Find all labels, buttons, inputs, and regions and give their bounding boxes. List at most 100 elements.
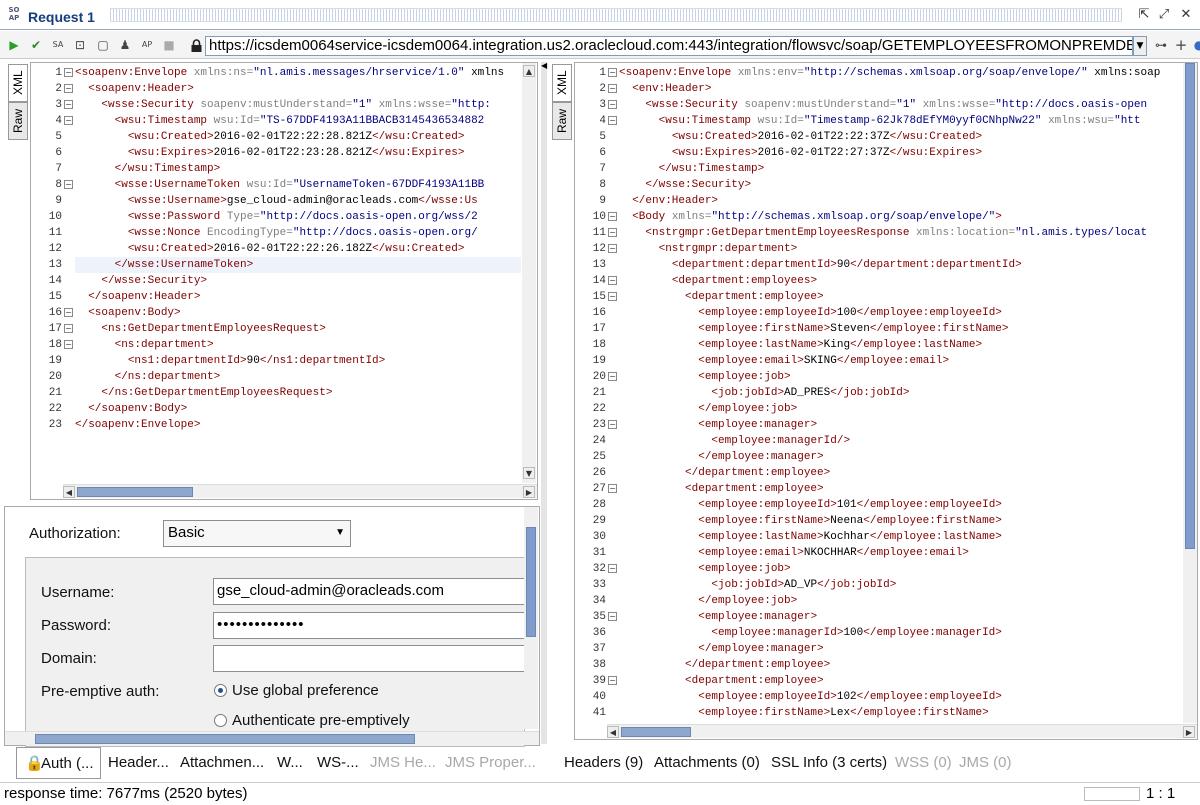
code-line: <department:employee>: [685, 483, 824, 495]
add-endpoint-icon[interactable]: +: [1172, 36, 1190, 54]
scroll-thumb[interactable]: [35, 734, 415, 744]
fold-toggle-icon[interactable]: −: [608, 116, 617, 125]
fold-toggle-icon[interactable]: −: [64, 340, 73, 349]
line-number-gutter: 1 2 3 4 5 6 7 8 9 10 11 12 13 14 15 16 1…: [592, 67, 606, 719]
fit-icon[interactable]: ⊡: [71, 36, 89, 54]
fold-toggle-icon[interactable]: −: [64, 180, 73, 189]
tab-request-xml[interactable]: XML: [8, 64, 28, 102]
request-tab-1[interactable]: Header...: [108, 747, 169, 779]
code-line: </soapenv:Envelope>: [75, 419, 201, 431]
fold-toggle-icon[interactable]: −: [64, 84, 73, 93]
stop-icon[interactable]: ■: [160, 36, 178, 54]
request-tab-6[interactable]: JMS Proper...: [445, 747, 536, 779]
response-tab-1[interactable]: Attachments (0): [654, 747, 760, 779]
maximize-icon[interactable]: ⤢: [1156, 7, 1172, 23]
radio-global-preference[interactable]: [214, 684, 227, 697]
response-tab-3[interactable]: WSS (0): [895, 747, 952, 779]
fold-toggle-icon[interactable]: −: [608, 612, 617, 621]
code-line: <job:jobId>AD_PRES</job:jobId>: [711, 387, 910, 399]
response-tab-2[interactable]: SSL Info (3 certs): [771, 747, 887, 779]
soap-action-icon[interactable]: SA: [49, 36, 67, 54]
submit-check-icon[interactable]: ✔: [27, 36, 45, 54]
fold-toggle-icon[interactable]: −: [64, 116, 73, 125]
endpoint-dropdown-icon[interactable]: ▼: [1133, 36, 1147, 56]
fold-toggle-icon[interactable]: −: [608, 84, 617, 93]
response-tab-0[interactable]: Headers (9): [564, 747, 643, 779]
run-icon[interactable]: ▶: [5, 36, 23, 54]
auth-horizontal-scrollbar[interactable]: [5, 731, 539, 745]
scroll-right-icon[interactable]: ▶: [523, 486, 535, 498]
tab-response-xml[interactable]: XML: [552, 64, 572, 102]
scroll-left-icon[interactable]: ◀: [63, 486, 75, 498]
auth-vertical-scrollbar[interactable]: [524, 507, 538, 729]
request-vertical-scrollbar[interactable]: ▲ ▼: [522, 63, 536, 483]
fold-toggle-icon[interactable]: −: [608, 420, 617, 429]
code-line: <employee:employeeId>102</employee:emplo…: [698, 691, 1002, 703]
scroll-thumb[interactable]: [77, 487, 193, 497]
scroll-thumb[interactable]: [526, 527, 536, 637]
request-tab-3[interactable]: W...: [277, 747, 303, 779]
fold-toggle-icon[interactable]: −: [608, 292, 617, 301]
fold-toggle-icon[interactable]: −: [608, 276, 617, 285]
collapse-left-icon[interactable]: ◀: [541, 62, 547, 70]
fold-toggle-icon[interactable]: −: [608, 372, 617, 381]
response-xml-code[interactable]: 1 2 3 4 5 6 7 8 9 10 11 12 13 14 15 16 1…: [575, 65, 1183, 723]
code-line: </employee:manager>: [698, 643, 824, 655]
fold-toggle-icon[interactable]: −: [608, 100, 617, 109]
response-vertical-scrollbar[interactable]: [1183, 63, 1197, 723]
user-icon[interactable]: ♟: [116, 36, 134, 54]
lock-icon: [191, 39, 202, 52]
chevron-down-icon: ▼: [335, 527, 345, 538]
wsdl-icon[interactable]: AP: [138, 36, 156, 54]
tab-request-raw[interactable]: Raw: [8, 102, 28, 140]
password-field[interactable]: ••••••••••••••: [213, 612, 525, 639]
detach-icon[interactable]: ⇱: [1136, 7, 1152, 23]
panel-icon[interactable]: ▢: [94, 36, 112, 54]
authorization-select[interactable]: Basic ▼: [163, 520, 351, 547]
edit-endpoint-icon[interactable]: ⊶: [1152, 36, 1170, 54]
scroll-left-icon[interactable]: ◀: [607, 726, 619, 738]
fold-toggle-icon[interactable]: −: [608, 212, 617, 221]
code-line: <wsu:Created>2016-02-01T22:22:26.182Z</w…: [127, 243, 465, 255]
code-line: <employee:firstName>Neena</employee:firs…: [698, 515, 1002, 527]
tab-response-raw[interactable]: Raw: [552, 102, 572, 140]
fold-toggle-icon[interactable]: −: [64, 100, 73, 109]
fold-toggle-icon[interactable]: −: [608, 484, 617, 493]
fold-toggle-icon[interactable]: −: [64, 324, 73, 333]
request-tab-5[interactable]: JMS He...: [370, 747, 436, 779]
request-tab-4[interactable]: WS-...: [317, 747, 359, 779]
splitter[interactable]: ◀: [541, 62, 547, 744]
tab-label: JMS Proper...: [445, 754, 536, 771]
response-horizontal-scrollbar[interactable]: ◀ ▶: [607, 724, 1197, 738]
scroll-down-icon[interactable]: ▼: [523, 467, 535, 479]
preemptive-auth-label: Pre-emptive auth:: [41, 683, 160, 700]
scroll-up-icon[interactable]: ▲: [523, 65, 535, 77]
tab-label: WS-...: [317, 754, 359, 771]
request-editor[interactable]: 1 2 3 4 5 6 7 8 9 10 11 12 13 14 15 16 1…: [30, 62, 538, 500]
close-icon[interactable]: ✕: [1178, 7, 1194, 23]
endpoint-url-input[interactable]: https://icsdem0064service-icsdem0064.int…: [205, 36, 1133, 56]
code-line: <department:employee>: [685, 291, 824, 303]
scroll-right-icon[interactable]: ▶: [1183, 726, 1195, 738]
fold-toggle-icon[interactable]: −: [608, 68, 617, 77]
fold-toggle-icon[interactable]: −: [64, 68, 73, 77]
scroll-thumb[interactable]: [1185, 63, 1195, 549]
request-tab-2[interactable]: Attachmen...: [180, 747, 264, 779]
globe-icon[interactable]: ●: [1190, 36, 1200, 54]
response-editor[interactable]: 1 2 3 4 5 6 7 8 9 10 11 12 13 14 15 16 1…: [574, 62, 1198, 740]
request-horizontal-scrollbar[interactable]: ◀ ▶: [63, 484, 537, 498]
request-tab-0[interactable]: 🔒 Auth (...: [16, 747, 101, 779]
fold-toggle-icon[interactable]: −: [608, 228, 617, 237]
fold-toggle-icon[interactable]: −: [608, 244, 617, 253]
code-line: </env:Header>: [632, 195, 719, 207]
request-xml-code[interactable]: 1 2 3 4 5 6 7 8 9 10 11 12 13 14 15 16 1…: [31, 65, 521, 483]
fold-toggle-icon[interactable]: −: [608, 676, 617, 685]
radio-authenticate-preemptively[interactable]: [214, 714, 227, 727]
scroll-thumb[interactable]: [621, 727, 691, 737]
username-field[interactable]: gse_cloud-admin@oracleads.com: [213, 578, 525, 605]
domain-label: Domain:: [41, 650, 97, 667]
domain-field[interactable]: [213, 645, 525, 672]
fold-toggle-icon[interactable]: −: [608, 564, 617, 573]
fold-toggle-icon[interactable]: −: [64, 308, 73, 317]
response-tab-4[interactable]: JMS (0): [959, 747, 1012, 779]
